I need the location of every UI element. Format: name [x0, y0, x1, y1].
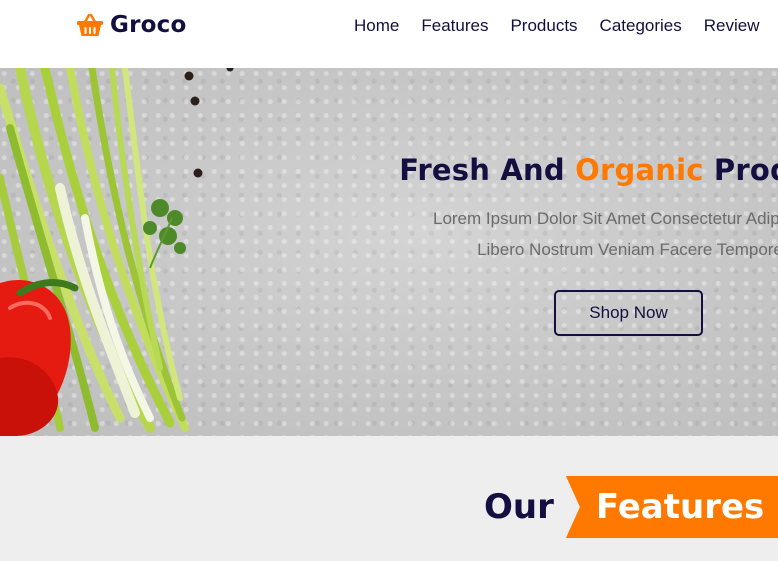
features-heading: Our Features	[484, 476, 778, 538]
shop-now-button[interactable]: Shop Now	[554, 290, 703, 336]
features-ribbon: Features	[565, 476, 778, 538]
nav-item-home[interactable]: Home	[354, 16, 399, 36]
hero-description-line-1: Lorem Ipsum Dolor Sit Amet Consectetur A…	[432, 209, 778, 228]
features-heading-prefix: Our	[484, 487, 554, 527]
nav-item-review[interactable]: Review	[704, 16, 760, 36]
brand-logo[interactable]: Groco	[76, 12, 186, 38]
hero-description-line-2: Libero Nostrum Veniam Facere Tempore	[477, 240, 778, 259]
nav-item-products[interactable]: Products	[510, 16, 577, 36]
main-nav: Home Features Products Categories Review	[354, 16, 760, 36]
vegetables-image	[0, 68, 234, 436]
features-heading-ribbon-text: Features	[595, 487, 765, 527]
shopping-basket-icon	[77, 13, 103, 36]
brand-name: Groco	[110, 12, 187, 38]
hero-title-start: Fresh And	[399, 153, 576, 187]
hero-section: Fresh And Organic Products Lorem Ipsum D…	[0, 68, 778, 436]
hero-content: Fresh And Organic Products Lorem Ipsum D…	[340, 153, 778, 265]
hero-title-end: Products	[713, 153, 778, 187]
nav-item-features[interactable]: Features	[421, 16, 488, 36]
hero-title: Fresh And Organic Products	[340, 153, 778, 187]
site-header: Groco Home Features Products Categories …	[0, 0, 778, 68]
hero-description: Lorem Ipsum Dolor Sit Amet Consectetur A…	[340, 203, 778, 265]
hero-title-accent: Organic	[575, 153, 704, 187]
nav-item-categories[interactable]: Categories	[600, 16, 682, 36]
